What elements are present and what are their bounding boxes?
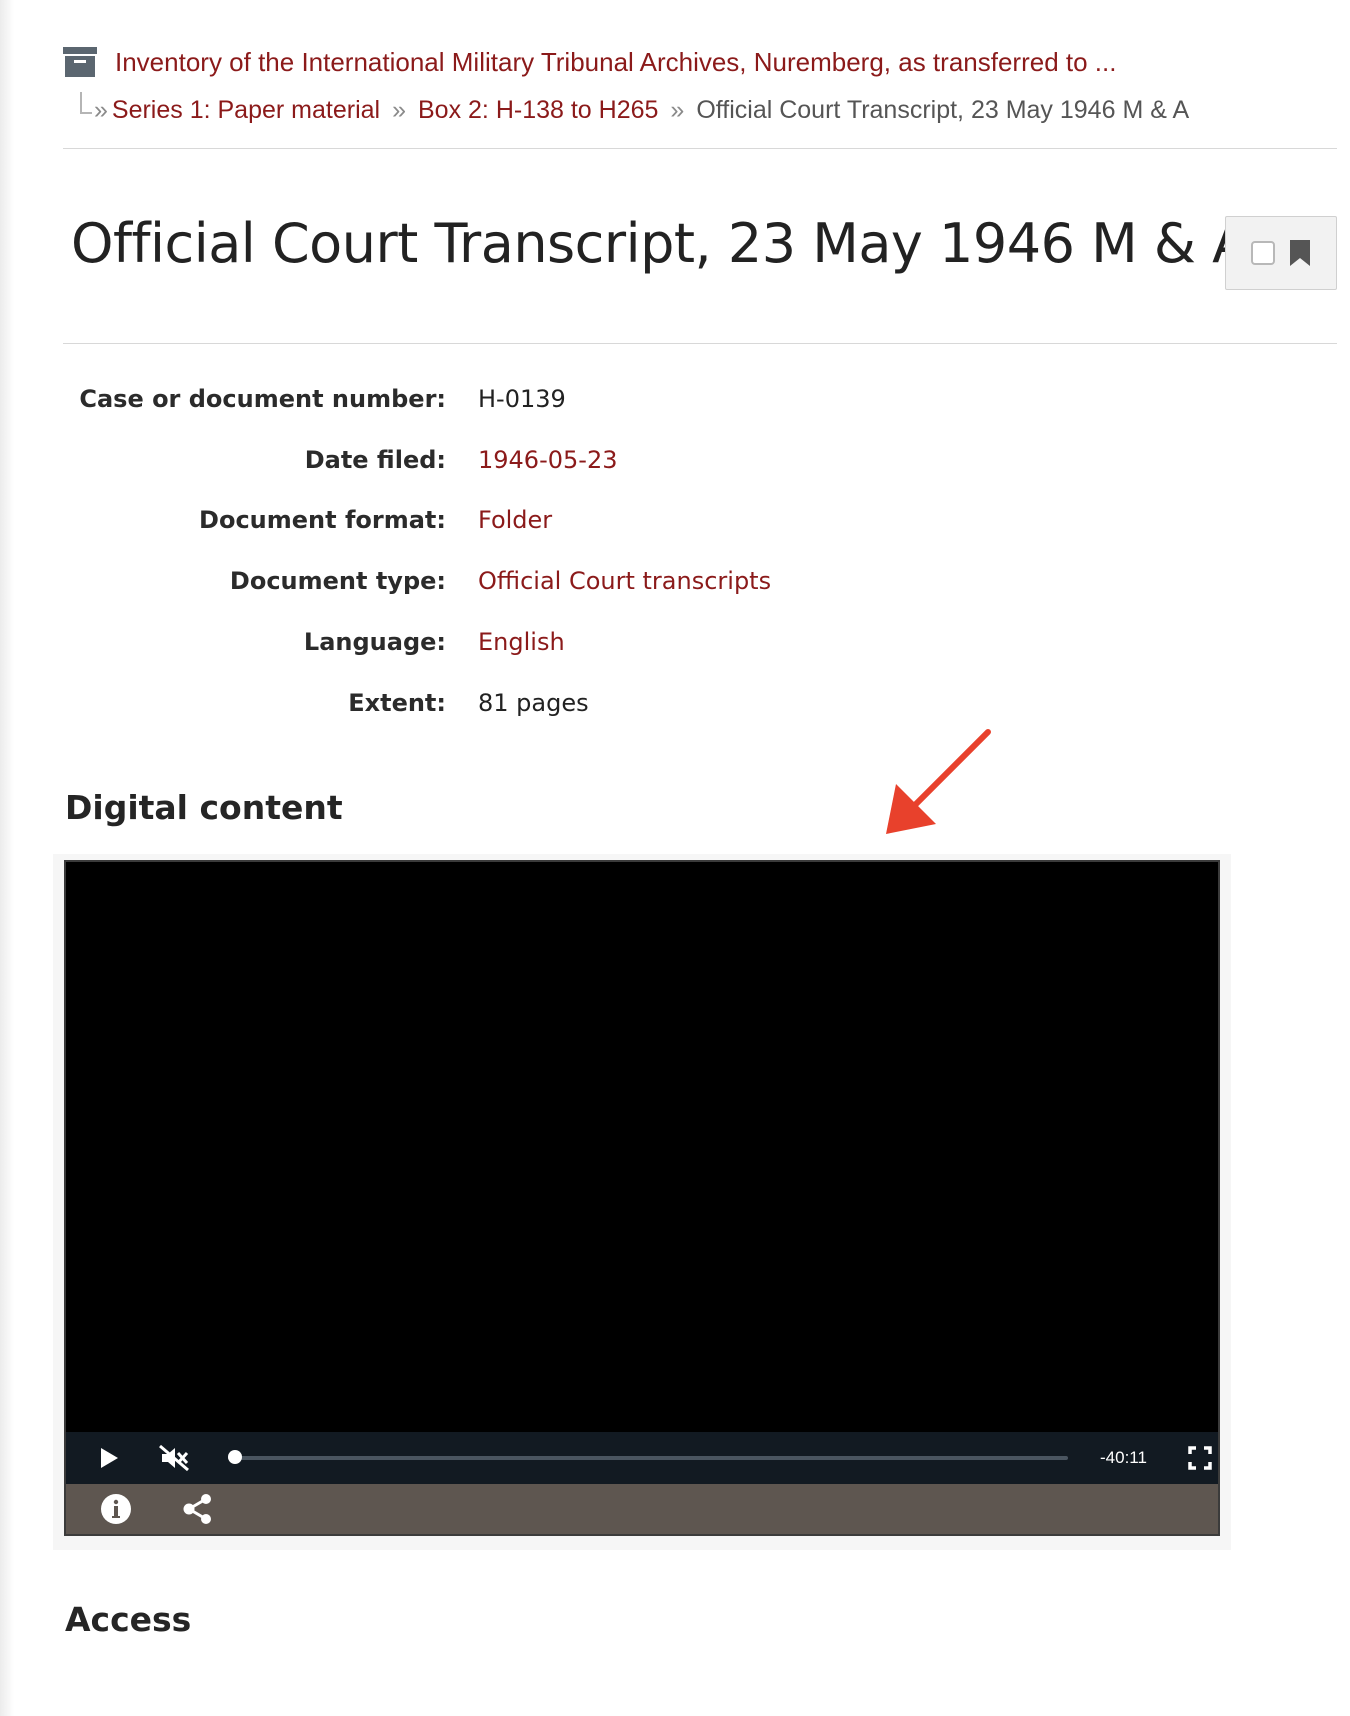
date-filed-link[interactable]: 1946-05-23 (478, 446, 617, 474)
play-button[interactable] (90, 1440, 126, 1476)
access-heading: Access (65, 1600, 192, 1639)
mute-button[interactable] (156, 1440, 192, 1476)
digital-content-heading: Digital content (65, 788, 343, 827)
field-label: Case or document number: (79, 385, 446, 413)
language-link[interactable]: English (478, 628, 565, 656)
field-label: Document type: (229, 567, 446, 595)
document-type-link[interactable]: Official Court transcripts (478, 567, 771, 595)
breadcrumb-item-box[interactable]: Box 2: H-138 to H265 (418, 96, 658, 125)
field-value: H-0139 (478, 385, 566, 413)
tree-elbow-icon (80, 92, 92, 114)
breadcrumb-separator: » (94, 95, 108, 124)
breadcrumb-separator: » (670, 95, 685, 124)
info-icon (101, 1494, 131, 1524)
field-language: Language: English (63, 622, 1263, 662)
archive-box-icon (63, 47, 97, 77)
field-document-format: Document format: Folder (63, 500, 1263, 540)
breadcrumb-item-series[interactable]: Series 1: Paper material (112, 96, 380, 125)
clipboard-button[interactable] (1225, 216, 1337, 290)
breadcrumb-top: Inventory of the International Military … (63, 44, 1116, 80)
page-title: Official Court Transcript, 23 May 1946 M… (71, 212, 1249, 275)
player-info-bar (66, 1484, 1218, 1534)
video-player[interactable]: -40:11 (64, 860, 1220, 1536)
bookmark-icon (1289, 239, 1311, 267)
field-label: Document format: (199, 506, 446, 534)
clipboard-checkbox[interactable] (1251, 241, 1275, 265)
fullscreen-icon (1188, 1446, 1212, 1470)
muted-speaker-icon (159, 1444, 189, 1472)
divider (63, 343, 1337, 344)
field-label: Extent: (348, 689, 446, 717)
scrubber-handle[interactable] (228, 1450, 242, 1464)
main-content: Inventory of the International Military … (53, 0, 1337, 1716)
breadcrumb-current: Official Court Transcript, 23 May 1946 M… (696, 95, 1190, 124)
share-icon (183, 1494, 211, 1524)
breadcrumb-separator: » (392, 95, 406, 124)
play-icon (101, 1448, 118, 1468)
document-format-link[interactable]: Folder (478, 506, 552, 534)
field-date-filed: Date filed: 1946-05-23 (63, 440, 1263, 480)
field-case-number: Case or document number: H-0139 (63, 379, 1263, 419)
divider (63, 148, 1337, 149)
fullscreen-button[interactable] (1185, 1443, 1215, 1473)
field-extent: Extent: 81 pages (63, 683, 1263, 723)
breadcrumb: » Series 1: Paper material » Box 2: H-13… (63, 92, 1189, 128)
annotation-arrow-icon (886, 729, 991, 834)
share-button[interactable] (180, 1492, 214, 1526)
player-controls: -40:11 (66, 1432, 1218, 1484)
field-value: 81 pages (478, 689, 589, 717)
time-remaining: -40:11 (1100, 1448, 1147, 1467)
left-edge-shadow (0, 0, 14, 1716)
progress-scrubber[interactable] (228, 1450, 1068, 1464)
info-button[interactable] (100, 1493, 132, 1525)
breadcrumb-fonds-link[interactable]: Inventory of the International Military … (115, 47, 1116, 78)
field-label: Date filed: (304, 446, 446, 474)
field-label: Language: (303, 628, 446, 656)
field-document-type: Document type: Official Court transcript… (63, 561, 1263, 601)
